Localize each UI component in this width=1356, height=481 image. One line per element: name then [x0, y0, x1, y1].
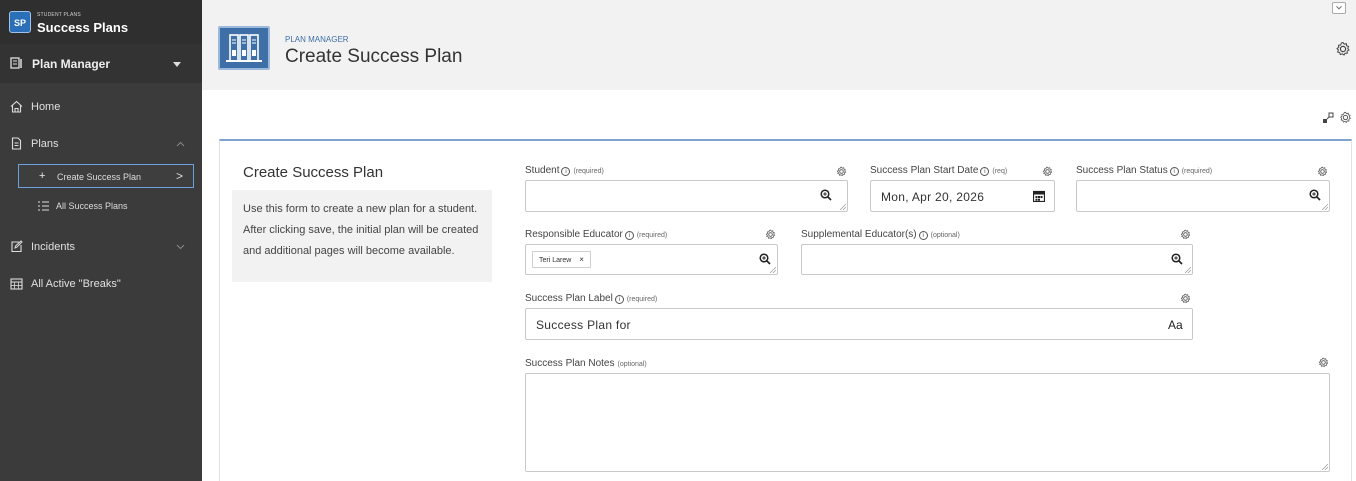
plan-label-label: Success Plan Label i (required): [525, 293, 657, 304]
info-text: Use this form to create a new plan for a…: [243, 203, 479, 257]
plan-manager-icon: [10, 57, 22, 69]
resize-handle-icon[interactable]: [1185, 267, 1191, 273]
expand-icon[interactable]: [1322, 112, 1334, 124]
responsible-educator-label-text: Responsible Educator: [525, 229, 623, 240]
responsible-educator-label: Responsible Educator i (required): [525, 229, 667, 240]
search-icon[interactable]: [759, 253, 771, 265]
gear-icon[interactable]: [1180, 293, 1191, 304]
info-icon[interactable]: i: [561, 167, 571, 176]
gear-icon[interactable]: [1335, 41, 1351, 57]
info-icon[interactable]: i: [1169, 167, 1179, 176]
panel-gear-icon[interactable]: [1339, 111, 1352, 124]
sidebar-item-label: All Active "Breaks": [31, 278, 121, 290]
notes-label-text: Success Plan Notes: [525, 358, 615, 369]
plan-label-field[interactable]: Success Plan for Aa: [525, 308, 1193, 340]
plan-label-label-text: Success Plan Label: [525, 293, 613, 304]
start-date-value: Mon, Apr 20, 2026: [881, 190, 985, 204]
status-label-text: Success Plan Status: [1076, 165, 1168, 176]
info-icon[interactable]: i: [624, 231, 634, 240]
required-tag: (required): [626, 296, 658, 303]
info-icon[interactable]: i: [614, 295, 624, 304]
app-brand[interactable]: SP STUDENT PLANS Success Plans: [0, 0, 202, 44]
sidebar-item-label: Incidents: [31, 241, 76, 253]
supplemental-educators-label: Supplemental Educator(s) i (optional): [801, 229, 960, 240]
search-icon[interactable]: [1309, 189, 1321, 201]
gear-icon[interactable]: [1042, 166, 1053, 177]
gear-icon[interactable]: [1180, 229, 1191, 240]
plus-icon: +: [39, 170, 46, 182]
caret-down-icon: [173, 62, 181, 67]
info-icon[interactable]: i: [980, 167, 990, 176]
required-tag: (required): [573, 168, 604, 175]
optional-tag: (optional): [930, 232, 960, 239]
required-tag: (required): [636, 232, 668, 239]
supplemental-educators-label-text: Supplemental Educator(s): [801, 229, 917, 240]
student-field[interactable]: [525, 180, 848, 212]
status-field[interactable]: [1076, 180, 1330, 212]
plan-manager-label: Plan Manager: [32, 57, 111, 71]
info-icon[interactable]: i: [918, 231, 928, 240]
sidebar-subitem-label: All Success Plans: [56, 201, 128, 211]
calendar-icon: [10, 278, 23, 290]
sidebar-item-label: Home: [31, 101, 61, 113]
sidebar-item-label: Plans: [31, 138, 59, 150]
app-logo: SP: [9, 11, 31, 33]
gear-icon[interactable]: [1317, 166, 1328, 177]
app-title: Success Plans: [37, 20, 129, 35]
supplemental-educators-field[interactable]: [801, 244, 1193, 275]
gear-icon[interactable]: [836, 166, 847, 177]
student-label: Student i (required): [525, 165, 604, 176]
gear-icon[interactable]: [1318, 357, 1329, 368]
plan-manager-dropdown[interactable]: Plan Manager: [0, 44, 202, 83]
document-icon: [11, 137, 22, 150]
required-tag: (required): [1181, 168, 1213, 175]
notes-textarea[interactable]: [525, 373, 1330, 472]
resize-handle-icon[interactable]: [770, 267, 776, 273]
chevron-up-icon: [176, 141, 185, 147]
responsible-educator-field[interactable]: Teri Larew ×: [525, 244, 778, 275]
books-icon: [218, 26, 270, 70]
start-date-label-text: Success Plan Start Date: [870, 165, 979, 176]
sidebar-subitem-create-success-plan[interactable]: + Create Success Plan >: [18, 164, 194, 188]
optional-tag: (optional): [617, 361, 647, 368]
gear-icon[interactable]: [765, 229, 776, 240]
sidebar-item-incidents[interactable]: Incidents: [0, 231, 202, 263]
sidebar-item-plans[interactable]: Plans: [0, 128, 202, 160]
page-header: PLAN MANAGER Create Success Plan: [202, 0, 1356, 90]
books-icon-graphic: [226, 34, 262, 62]
resize-handle-icon[interactable]: [1322, 464, 1328, 470]
plan-label-value: Success Plan for: [536, 318, 631, 332]
student-label-text: Student: [525, 165, 560, 176]
edit-icon: [11, 240, 23, 253]
info-title: Create Success Plan: [243, 164, 384, 181]
app-subtitle: STUDENT PLANS: [37, 12, 81, 18]
home-icon: [10, 100, 23, 113]
educator-chip-label: Teri Larew: [539, 257, 572, 264]
sidebar-subitem-all-success-plans[interactable]: All Success Plans: [18, 194, 194, 218]
sidebar-subitem-label: Create Success Plan: [57, 172, 142, 182]
required-tag: (req): [992, 168, 1008, 175]
status-label: Success Plan Status i (required): [1076, 165, 1212, 176]
font-format-button[interactable]: Aa: [1168, 318, 1183, 332]
list-icon: [38, 201, 49, 211]
calendar-icon[interactable]: [1033, 190, 1045, 202]
start-date-field[interactable]: Mon, Apr 20, 2026: [870, 180, 1055, 212]
resize-handle-icon[interactable]: [840, 204, 846, 210]
chip-remove-icon[interactable]: ×: [579, 255, 584, 264]
chevron-down-icon: [176, 244, 185, 250]
resize-handle-icon[interactable]: [1322, 204, 1328, 210]
chevron-right-icon: >: [176, 169, 184, 183]
start-date-label: Success Plan Start Date i (req): [870, 165, 1007, 176]
search-icon[interactable]: [820, 189, 832, 201]
sidebar-item-all-active-breaks[interactable]: All Active "Breaks": [0, 268, 202, 300]
sidebar-item-home[interactable]: Home: [0, 91, 202, 123]
info-box: Use this form to create a new plan for a…: [232, 190, 492, 282]
educator-chip: Teri Larew ×: [532, 251, 591, 268]
notes-label: Success Plan Notes (optional): [525, 358, 647, 369]
page-subtitle: PLAN MANAGER: [285, 35, 349, 44]
sidebar: SP STUDENT PLANS Success Plans Plan Mana…: [0, 0, 202, 481]
search-icon[interactable]: [1171, 253, 1183, 265]
collapse-toggle-icon[interactable]: [1332, 2, 1346, 14]
page-title: Create Success Plan: [285, 46, 463, 67]
